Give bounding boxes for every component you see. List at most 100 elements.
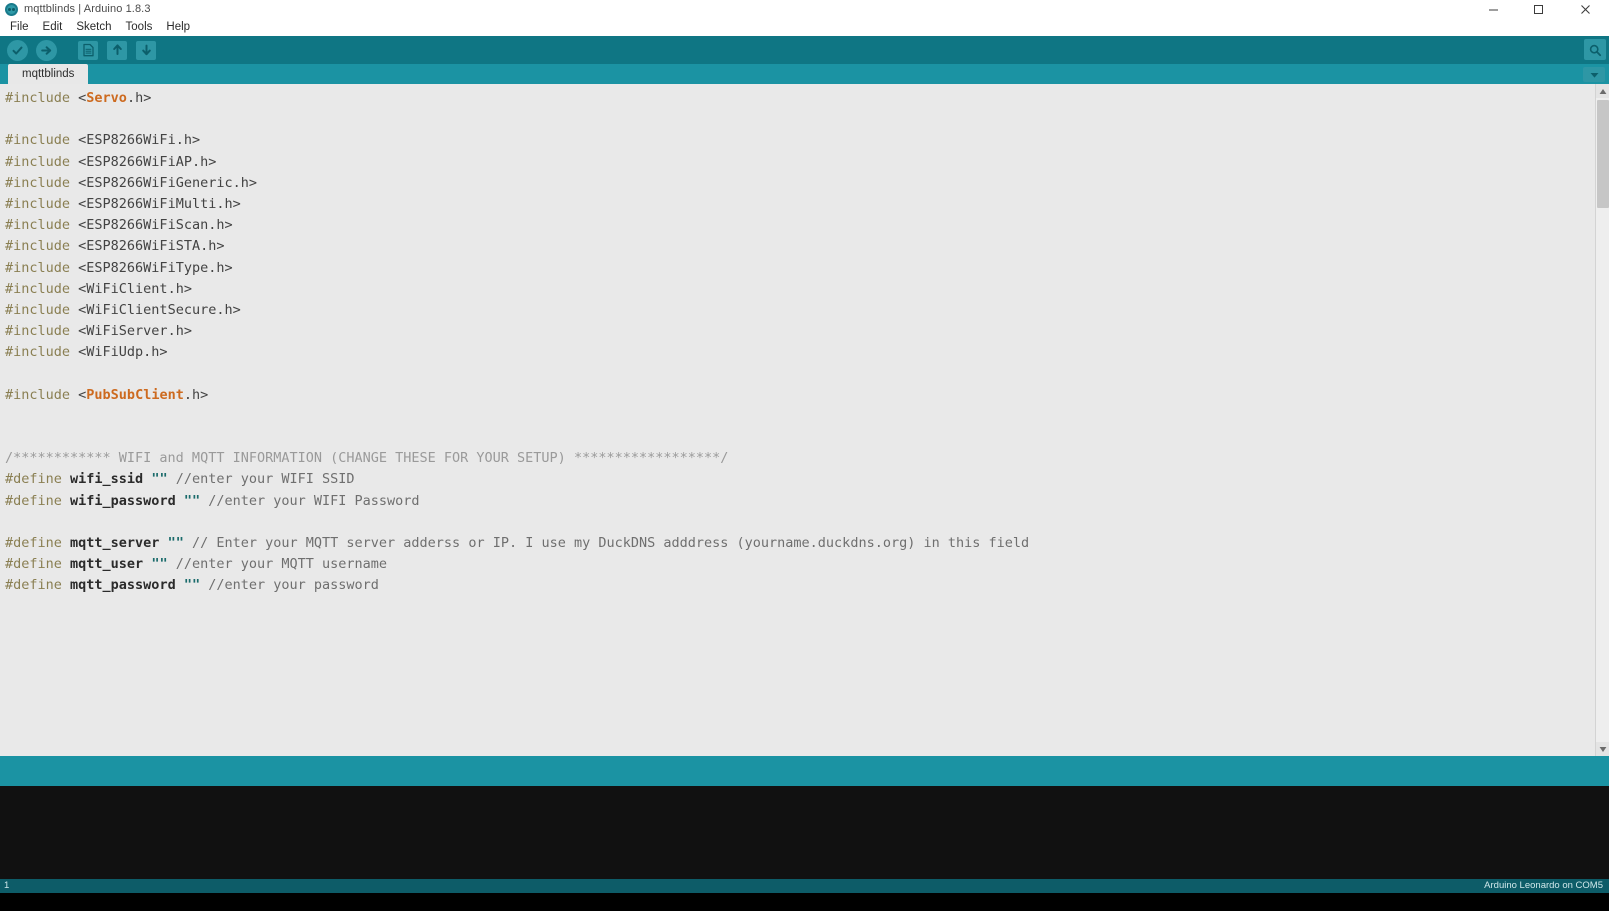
window-bottom-edge: [0, 893, 1609, 911]
code-token: wifi_password: [61, 492, 184, 509]
window-controls: [1471, 0, 1609, 18]
code-line: #include <ESP8266WiFiAP.h>: [5, 152, 1595, 173]
code-token: <ESP8266WiFi.h>: [70, 132, 201, 149]
status-bar: 1 Arduino Leonardo on COM5: [0, 879, 1609, 893]
code-token: .h>: [126, 90, 152, 106]
code-token: #include: [5, 195, 71, 212]
code-line: /************ WIFI and MQTT INFORMATION …: [5, 448, 1595, 469]
scroll-up-icon: [1599, 88, 1606, 94]
menu-item-help[interactable]: Help: [159, 19, 197, 35]
code-token: <ESP8266WiFiAP.h>: [70, 153, 217, 170]
code-line: #include <WiFiClient.h>: [5, 279, 1595, 300]
code-token: #include: [5, 90, 71, 106]
toolbar: [0, 36, 1609, 64]
serial-monitor-button[interactable]: [1584, 39, 1606, 60]
tab-mqttblinds[interactable]: mqttblinds: [8, 64, 89, 84]
code-token: mqtt_password: [61, 577, 184, 594]
code-token: mqtt_server: [61, 534, 168, 551]
title-bar-left: mqttblinds | Arduino 1.8.3: [0, 2, 151, 16]
menu-item-tools[interactable]: Tools: [119, 19, 160, 35]
menu-item-sketch[interactable]: Sketch: [69, 19, 118, 35]
code-line: #include <WiFiUdp.h>: [5, 342, 1595, 363]
code-token: "": [151, 471, 168, 488]
scroll-up-button[interactable]: [1595, 84, 1609, 98]
minimize-icon: [1489, 9, 1498, 10]
code-token: #include: [5, 174, 71, 191]
code-token: #include: [5, 386, 71, 403]
code-token: #define: [5, 534, 62, 551]
code-token: "": [183, 577, 201, 594]
code-token: <WiFiServer.h>: [70, 323, 192, 340]
code-token: #include: [5, 217, 71, 234]
code-token: #include: [5, 323, 71, 340]
scroll-down-button[interactable]: [1595, 742, 1609, 756]
code-token: mqtt_user: [61, 556, 152, 573]
code-token: "": [167, 534, 184, 551]
code-token: <: [70, 90, 87, 106]
code-editor[interactable]: #include <Servo.h> #include <ESP8266WiFi…: [0, 84, 1595, 756]
code-line: #define wifi_ssid "" //enter your WIFI S…: [5, 469, 1595, 490]
arrow-right-icon: [35, 39, 57, 61]
verify-button[interactable]: [4, 38, 30, 62]
tab-menu-button[interactable]: [1583, 67, 1605, 82]
code-token: // Enter your MQTT server adderss or IP.…: [183, 534, 1030, 551]
message-bar: [0, 756, 1609, 786]
arduino-ide-window: mqttblinds | Arduino 1.8.3 File Edit Ske…: [0, 0, 1609, 911]
code-line: #define wifi_password "" //enter your WI…: [5, 491, 1595, 512]
code-token: #include: [5, 344, 71, 361]
menu-item-file[interactable]: File: [3, 19, 36, 35]
code-token: #include: [5, 280, 71, 297]
code-token: Servo: [86, 90, 127, 106]
code-line: #include <WiFiClientSecure.h>: [5, 300, 1595, 321]
save-button[interactable]: [133, 38, 159, 62]
check-icon: [6, 39, 28, 61]
code-token: #include: [5, 238, 71, 255]
code-line: #include <ESP8266WiFiGeneric.h>: [5, 173, 1595, 194]
new-button[interactable]: [75, 38, 101, 62]
close-icon: [1580, 4, 1590, 14]
code-token: <: [70, 386, 87, 403]
close-button[interactable]: [1561, 0, 1609, 18]
document-icon: [78, 40, 98, 60]
scrollbar-thumb[interactable]: [1596, 100, 1609, 208]
code-line: #define mqtt_server "" // Enter your MQT…: [5, 533, 1595, 554]
code-line: #define mqtt_user "" //enter your MQTT u…: [5, 554, 1595, 575]
code-line: #include <ESP8266WiFiType.h>: [5, 258, 1595, 279]
maximize-button[interactable]: [1516, 0, 1561, 18]
arduino-logo-icon: [5, 2, 18, 16]
code-token: #include: [5, 259, 71, 276]
cursor-line-number: 1: [4, 880, 10, 891]
code-line: #include <ESP8266WiFi.h>: [5, 130, 1595, 151]
code-token: #define: [5, 471, 62, 488]
maximize-icon: [1534, 4, 1543, 14]
editor-vertical-scrollbar[interactable]: [1595, 84, 1609, 756]
code-token: <ESP8266WiFiScan.h>: [70, 217, 233, 234]
code-token: <ESP8266WiFiSTA.h>: [70, 238, 225, 255]
code-token: .h>: [183, 386, 209, 403]
upload-button[interactable]: [33, 38, 59, 62]
code-token: <WiFiUdp.h>: [70, 344, 168, 361]
code-line: #include <ESP8266WiFiMulti.h>: [5, 194, 1595, 215]
code-token: //enter your WIFI SSID: [167, 471, 355, 488]
magnifier-icon: [1589, 44, 1602, 56]
console-output[interactable]: [0, 786, 1609, 879]
code-line: #include <PubSubClient.h>: [5, 385, 1595, 406]
open-button[interactable]: [104, 38, 130, 62]
code-token: #include: [5, 301, 71, 318]
code-token: #define: [5, 556, 62, 573]
editor-area: #include <Servo.h> #include <ESP8266WiFi…: [0, 84, 1609, 756]
code-token: wifi_ssid: [61, 471, 152, 488]
code-token: <ESP8266WiFiMulti.h>: [70, 195, 241, 212]
menu-item-edit[interactable]: Edit: [36, 19, 70, 35]
board-status-label: Arduino Leonardo on COM5: [1484, 880, 1603, 891]
code-token: <WiFiClient.h>: [70, 280, 192, 297]
code-token: /************ WIFI and MQTT INFORMATION …: [5, 450, 729, 467]
scrollbar-track[interactable]: [1595, 98, 1609, 742]
code-token: "": [151, 556, 168, 573]
window-title: mqttblinds | Arduino 1.8.3: [24, 3, 151, 15]
minimize-button[interactable]: [1471, 0, 1516, 18]
arrow-down-icon: [136, 40, 156, 60]
